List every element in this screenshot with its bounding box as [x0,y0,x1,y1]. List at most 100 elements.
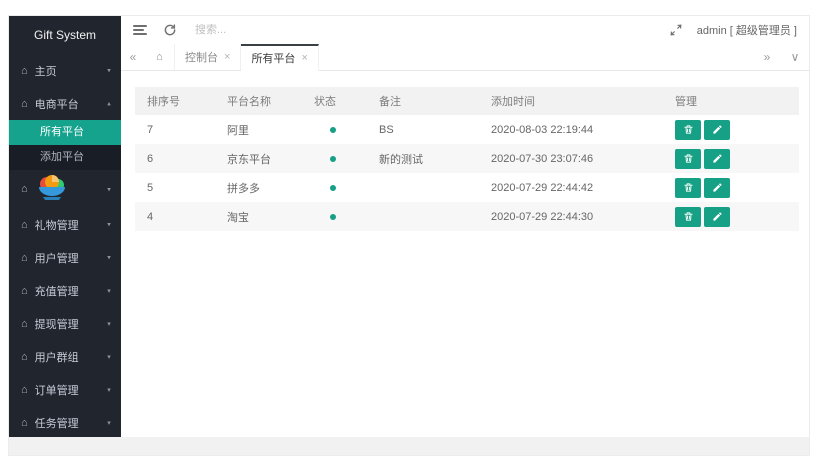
close-icon[interactable]: × [224,51,230,63]
submenu-item-0[interactable]: 所有平台 [9,120,121,145]
platforms-table: 排序号 平台名称 状态 备注 添加时间 管理 7 阿里 BS 2020-08-03 22:19:… [135,87,799,231]
tab-0[interactable]: 控制台 × [175,44,242,70]
search-input[interactable] [195,24,325,36]
home-icon: ⌂ [156,51,163,63]
fullscreen-icon[interactable] [669,23,683,37]
caret-down-icon: ▾ [107,66,111,75]
sidebar-item-label: 充值管理 [34,285,79,298]
sidebar-item-1[interactable]: ⌂ 电商平台 ▴ [9,87,121,120]
home-icon: ⌂ [21,64,28,77]
home-icon: ⌂ [21,218,28,231]
cell-manage [663,173,799,202]
tab-label: 控制台 [185,52,218,64]
sidebar-item-label: 用户群组 [34,351,79,364]
caret-down-icon: ▾ [107,385,111,394]
cell-status [302,144,367,173]
menu-toggle-icon[interactable] [133,25,147,35]
home-icon: ⌂ [21,251,28,264]
tabs: 控制台 × 所有平台 × [175,44,319,71]
table-row: 4 淘宝 2020-07-29 22:44:30 [135,202,799,231]
tab-home[interactable]: ⌂ [145,44,175,70]
edit-button[interactable] [704,206,730,227]
delete-button[interactable] [675,206,701,227]
cell-status [302,115,367,144]
column-header: 排序号 [135,87,215,115]
sidebar-item-3[interactable]: ⌂ 礼物管理 ▾ [9,208,121,241]
sidebar-item-label: 礼物管理 [34,219,79,232]
table-row: 7 阿里 BS 2020-08-03 22:19:44 [135,115,799,144]
cell-add-time: 2020-08-03 22:19:44 [491,123,594,136]
column-header: 添加时间 [479,87,663,115]
close-icon[interactable]: × [301,52,307,64]
tabbar: « ⌂ 控制台 × 所有平台 × » ∨ [121,44,809,71]
home-icon: ⌂ [21,350,28,363]
column-header: 状态 [302,87,367,115]
edit-button[interactable] [704,177,730,198]
caret-up-icon: ▴ [107,99,111,108]
sidebar-item-0[interactable]: ⌂ 主页 ▾ [9,54,121,87]
column-header: 管理 [663,87,799,115]
submenu-item-1[interactable]: 添加平台 [9,145,121,170]
topbar: admin [ 超级管理员 ] [121,16,809,44]
sidebar-menu: ⌂ 主页 ▾ ⌂ 电商平台 ▴ 所有平台 添加平台 ⌂ ▾ ⌂ 礼物管理 ▾ ⌂ 用户管理 ▾ ⌂ 充值管理 ▾ ⌂… [9,54,121,437]
refresh-icon[interactable] [163,23,177,37]
cell-manage [663,115,799,144]
column-header: 平台名称 [215,87,302,115]
tab-1[interactable]: 所有平台 × [241,44,319,71]
tabs-menu-icon[interactable]: ∨ [781,50,809,64]
cell-status [302,173,367,202]
tabs-scroll-left-icon[interactable]: « [121,44,145,70]
edit-button[interactable] [704,119,730,140]
cell-platform-name: 京东平台 [227,153,271,166]
tabs-scroll-right-icon[interactable]: » [753,50,781,64]
caret-down-icon: ▾ [107,418,111,427]
footer-strip [9,437,809,455]
cell-remark [367,173,479,202]
sidebar-item-7[interactable]: ⌂ 用户群组 ▾ [9,340,121,373]
table-row: 5 拼多多 2020-07-29 22:44:42 [135,173,799,202]
delete-button[interactable] [675,148,701,169]
sidebar-item-4[interactable]: ⌂ 用户管理 ▾ [9,241,121,274]
home-icon: ⌂ [21,416,28,429]
sidebar-item-6[interactable]: ⌂ 提现管理 ▾ [9,307,121,340]
caret-down-icon: ▾ [107,253,111,262]
cell-add-time: 2020-07-29 22:44:30 [491,210,594,223]
status-dot [330,184,336,191]
delete-button[interactable] [675,119,701,140]
user-menu[interactable]: admin [ 超级管理员 ] [697,22,797,38]
status-dot [330,155,336,162]
home-icon: ⌂ [21,284,28,297]
fruit-bowl-image [38,175,65,200]
sidebar-item-8[interactable]: ⌂ 订单管理 ▾ [9,373,121,406]
cell-sort-id: 4 [147,210,154,223]
table-header-row: 排序号 平台名称 状态 备注 添加时间 管理 [135,87,799,115]
cell-sort-id: 5 [147,181,154,194]
cell-manage [663,202,799,231]
sidebar-item-5[interactable]: ⌂ 充值管理 ▾ [9,274,121,307]
content: 排序号 平台名称 状态 备注 添加时间 管理 7 阿里 BS 2020-08-03 22:19:… [121,72,809,437]
column-header: 备注 [367,87,479,115]
sidebar-item-label: 任务管理 [34,417,79,430]
cell-platform-name: 阿里 [227,124,249,137]
cell-manage [663,144,799,173]
home-icon: ⌂ [21,97,28,110]
sidebar-item-2[interactable]: ⌂ ▾ [9,170,121,208]
submenu: 所有平台 添加平台 [9,120,121,170]
cell-sort-id: 7 [147,123,154,136]
caret-down-icon: ▾ [107,352,111,361]
sidebar-item-label: 订单管理 [34,384,79,397]
caret-down-icon: ▾ [107,286,111,295]
table-row: 6 京东平台 新的测试 2020-07-30 23:07:46 [135,144,799,173]
delete-button[interactable] [675,177,701,198]
caret-down-icon: ▾ [107,319,111,328]
status-dot [330,126,336,133]
edit-button[interactable] [704,148,730,169]
caret-down-icon: ▾ [107,220,111,229]
app-title: Gift System [33,28,96,42]
home-icon: ⌂ [21,183,28,195]
tab-label: 所有平台 [251,53,296,65]
cell-remark [367,202,479,231]
cell-add-time: 2020-07-29 22:44:42 [491,181,594,194]
cell-platform-name: 拼多多 [227,182,260,195]
sidebar-item-9[interactable]: ⌂ 任务管理 ▾ [9,406,121,437]
